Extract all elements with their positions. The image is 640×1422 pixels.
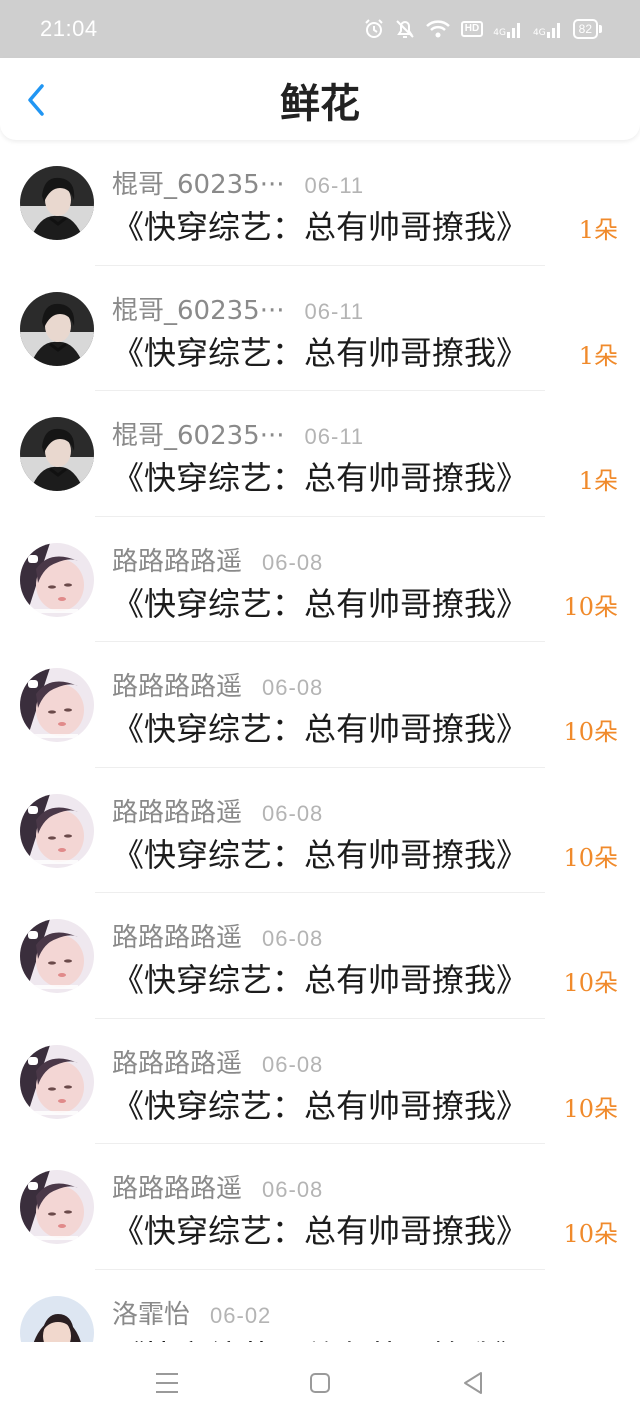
sender-name: 路路路路遥: [112, 546, 243, 577]
system-nav-bar: [0, 1342, 640, 1422]
flower-count: 10朵: [563, 969, 618, 997]
item-meta: 路路路路遥 06-08: [112, 541, 323, 578]
battery-level: 82: [572, 19, 598, 39]
item-meta: 路路路路遥 06-08: [112, 1168, 323, 1205]
flower-record-list: 棍哥_60235··· 06-11 《快穿综艺：总有帅哥撩我》 1朵 棍哥_60235·…: [0, 140, 640, 1342]
list-item[interactable]: 洛霏怡06-02《快穿综艺：总有帅哥撩我》10朵: [0, 1270, 640, 1343]
book-title: 《快穿综艺：总有帅哥撩我》: [112, 710, 529, 748]
book-title: 《快穿综艺：总有帅哥撩我》: [112, 835, 529, 874]
avatar[interactable]: [20, 542, 94, 617]
list-item[interactable]: 棍哥_60235··· 06-11 《快穿综艺：总有帅哥撩我》 1朵: [0, 391, 640, 517]
list-item[interactable]: 棍哥_60235··· 06-11 《快穿综艺：总有帅哥撩我》 1朵: [0, 140, 640, 266]
send-date: 06-08: [262, 675, 324, 700]
avatar[interactable]: [20, 919, 94, 993]
list-item[interactable]: 路路路路遥 06-08 《快穿综艺：总有帅哥撩我》 10朵: [0, 768, 640, 894]
book-title: 《快穿综艺：总有帅哥撩我》: [112, 1332, 528, 1343]
send-date: 06-08: [262, 549, 324, 575]
flower-count: 10朵: [563, 718, 618, 746]
battery-tip: [599, 25, 602, 33]
wifi-icon: [425, 19, 451, 39]
signal-icon-2: 4G: [533, 20, 563, 38]
flower-count: 10朵: [563, 592, 618, 621]
flower-count: 1朵: [578, 216, 618, 244]
avatar[interactable]: [20, 417, 94, 491]
menu-button[interactable]: [152, 1368, 182, 1398]
sender-name: 洛霏怡: [112, 1299, 191, 1330]
avatar[interactable]: [20, 1044, 94, 1119]
sender-name: 棍哥_60235···: [112, 421, 285, 451]
triangle-back-icon: [464, 1372, 482, 1394]
mute-bell-icon: [395, 18, 415, 40]
page-header: 鲜花: [0, 58, 640, 140]
sender-name: 路路路路遥: [112, 923, 243, 953]
flower-count: 1朵: [578, 467, 618, 495]
book-title: 《快穿综艺：总有帅哥撩我》: [112, 1086, 529, 1125]
signal-icon-1: 4G: [493, 20, 523, 38]
status-time: 21:04: [40, 16, 98, 41]
page-title: 鲜花: [280, 81, 360, 127]
status-icons: HD 4G 4G 82: [363, 18, 602, 40]
book-title: 《快穿综艺：总有帅哥撩我》: [112, 961, 529, 999]
sender-name: 路路路路遥: [112, 672, 243, 702]
item-meta: 棍哥_60235··· 06-11: [112, 164, 364, 201]
avatar[interactable]: [20, 1295, 94, 1342]
avatar[interactable]: [20, 291, 94, 366]
sender-name: 路路路路遥: [112, 797, 243, 828]
home-button[interactable]: [305, 1368, 335, 1398]
send-date: 06-11: [304, 173, 365, 198]
list-item[interactable]: 路路路路遥 06-08 《快穿综艺：总有帅哥撩我》 10朵: [0, 893, 640, 1019]
send-date: 06-08: [262, 800, 324, 826]
list-item[interactable]: 路路路路遥 06-08 《快穿综艺：总有帅哥撩我》 10朵: [0, 517, 640, 643]
battery-icon: 82: [572, 19, 602, 39]
flower-count: 10朵: [563, 1220, 618, 1248]
square-home-icon: [310, 1373, 330, 1393]
item-meta: 洛霏怡 06-02: [112, 1294, 271, 1331]
menu-icon: [156, 1373, 178, 1393]
status-bar: 21:04 HD 4G 4G 82: [0, 0, 640, 58]
send-date: 06-08: [262, 1051, 324, 1077]
sender-name: 棍哥_60235···: [112, 295, 285, 326]
nav-back-button[interactable]: [458, 1368, 488, 1398]
network-type-label: 4G: [532, 28, 546, 38]
hd-badge: HD: [460, 21, 484, 37]
item-meta: 路路路路遥 06-08: [112, 1043, 323, 1080]
item-meta: 路路路路遥 06-08: [112, 917, 323, 954]
send-date: 06-11: [304, 424, 365, 449]
avatar[interactable]: [20, 793, 94, 868]
book-title: 《快穿综艺：总有帅哥撩我》: [112, 208, 529, 246]
flower-count: 1朵: [578, 341, 618, 370]
list-item[interactable]: 路路路路遥 06-08 《快穿综艺：总有帅哥撩我》 10朵: [0, 1019, 640, 1145]
book-title: 《快穿综艺：总有帅哥撩我》: [112, 459, 529, 497]
avatar[interactable]: [20, 166, 94, 240]
item-meta: 路路路路遥 06-08: [112, 666, 323, 703]
item-meta: 棍哥_60235··· 06-11: [112, 415, 364, 452]
send-date: 06-11: [304, 298, 365, 324]
item-meta: 路路路路遥 06-08: [112, 792, 323, 829]
send-date: 06-08: [262, 1177, 324, 1202]
avatar[interactable]: [20, 1170, 94, 1244]
sender-name: 路路路路遥: [112, 1048, 243, 1079]
list-item[interactable]: 路路路路遥 06-08 《快穿综艺：总有帅哥撩我》 10朵: [0, 642, 640, 768]
book-title: 《快穿综艺：总有帅哥撩我》: [112, 584, 529, 623]
send-date: 06-08: [262, 926, 324, 951]
avatar[interactable]: [20, 668, 94, 742]
item-meta: 棍哥_60235··· 06-11: [112, 290, 364, 327]
network-type-label: 4G: [493, 28, 506, 38]
list-item[interactable]: 棍哥_60235··· 06-11 《快穿综艺：总有帅哥撩我》 1朵: [0, 266, 640, 392]
book-title: 《快穿综艺：总有帅哥撩我》: [112, 1212, 529, 1250]
flower-count: 10朵: [563, 843, 618, 872]
flower-count: 10朵: [563, 1094, 618, 1123]
sender-name: 路路路路遥: [112, 1174, 243, 1204]
book-title: 《快穿综艺：总有帅哥撩我》: [112, 333, 529, 372]
alarm-icon: [363, 18, 385, 40]
sender-name: 棍哥_60235···: [112, 170, 285, 200]
list-item[interactable]: 路路路路遥 06-08 《快穿综艺：总有帅哥撩我》 10朵: [0, 1144, 640, 1270]
send-date: 06-02: [210, 1302, 272, 1328]
